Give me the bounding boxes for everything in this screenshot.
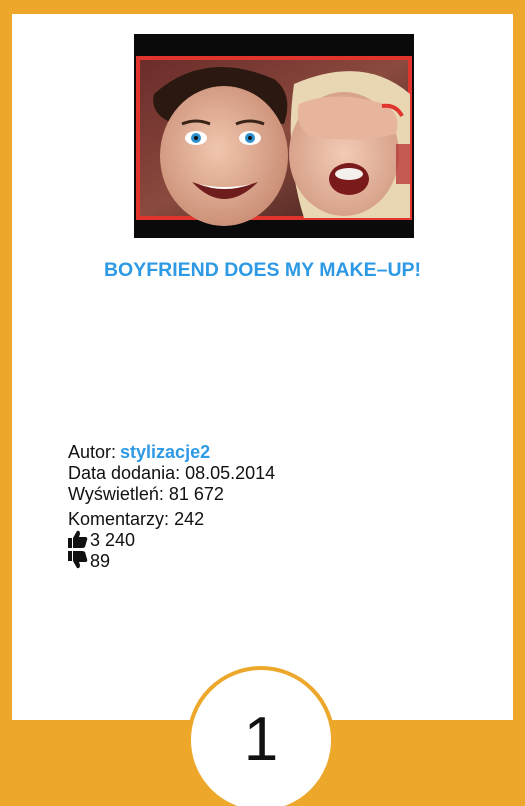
video-title-link[interactable]: BOYFRIEND DOES MY MAKE–UP!: [12, 258, 513, 282]
author-link[interactable]: stylizacje2: [120, 442, 210, 462]
comments-value: 242: [174, 509, 205, 529]
video-meta: Autor: stylizacje2 Data dodania: 08.05.20…: [68, 442, 275, 572]
thumbs-down-icon: [68, 551, 88, 569]
comments-row: Komentarzy: 242: [68, 509, 275, 530]
author-label: Autor:: [68, 442, 117, 462]
views-value: 81 672: [168, 484, 224, 504]
video-card: BOYFRIEND DOES MY MAKE–UP! Autor: styliza…: [0, 0, 525, 806]
thumbs-up-icon: [68, 530, 88, 548]
likes-row: 3 240: [68, 530, 275, 551]
views-label: Wyświetleń:: [68, 484, 164, 504]
date-value: 08.05.2014: [185, 463, 276, 483]
dislikes-row: 89: [68, 551, 275, 572]
thumbnail-image: [134, 34, 414, 238]
date-label: Data dodania:: [68, 463, 181, 483]
likes-count: 3 240: [90, 530, 136, 550]
video-thumbnail[interactable]: [134, 34, 414, 238]
dislikes-count: 89: [90, 551, 111, 571]
comments-label: Komentarzy:: [68, 509, 170, 529]
rank-badge: 1: [187, 666, 335, 806]
author-row: Autor: stylizacje2: [68, 442, 275, 463]
date-row: Data dodania: 08.05.2014: [68, 463, 275, 484]
views-row: Wyświetleń: 81 672: [68, 484, 275, 505]
